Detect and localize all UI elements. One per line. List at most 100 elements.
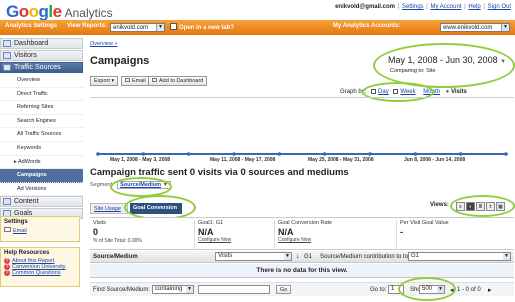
- sidebar-item-content[interactable]: Content: [0, 196, 83, 208]
- metrics-summary: Visits 0 % of Site Total: 0.00% Goal1: G…: [90, 217, 514, 250]
- visits-point[interactable]: [413, 152, 418, 156]
- prev-page-icon[interactable]: ◂: [450, 286, 454, 294]
- metric-per-visit-goal-value: Per Visit Goal Value -: [396, 220, 514, 249]
- sidebar-item-keywords[interactable]: Keywords: [0, 142, 83, 156]
- visits-point[interactable]: [96, 152, 100, 156]
- my-account-link[interactable]: My Account: [430, 4, 461, 10]
- new-tab-option[interactable]: Open in a new tab?: [170, 23, 234, 31]
- highlight-oval: [373, 43, 515, 88]
- sort-desc-icon[interactable]: ↓: [296, 253, 300, 260]
- tab-site-usage[interactable]: Site Usage: [90, 203, 128, 214]
- tab-goal-conversion[interactable]: Goal Conversion: [130, 203, 182, 214]
- visits-legend: ● Visits: [445, 89, 467, 95]
- x-tick-label: May 1, 2008 - May 3, 2008: [110, 157, 170, 163]
- table-view-icon[interactable]: ≡: [456, 202, 465, 211]
- metric-goal-conversion-rate: Goal Conversion Rate N/A Configure Now: [274, 220, 396, 249]
- comparison-view-icon[interactable]: ±: [486, 202, 495, 211]
- visits-point[interactable]: [322, 152, 327, 156]
- legend-icon: ●: [445, 89, 450, 95]
- sidebar-item-traffic-sources[interactable]: Traffic Sources: [0, 62, 83, 73]
- view-reports-select[interactable]: enikvold.com ▼: [110, 23, 165, 32]
- contribution-select[interactable]: G1 ▼: [408, 252, 511, 261]
- account-toolbar: Analytics Settings View Reports: enikvol…: [0, 20, 515, 35]
- common-questions-link[interactable]: Common Questions: [12, 270, 61, 276]
- section-title: Campaign traffic sent 0 visits via 0 sou…: [90, 167, 349, 178]
- date-range-picker[interactable]: May 1, 2008 - Jun 30, 2008 ▼: [388, 55, 506, 65]
- sidebar-item-referring-sites[interactable]: Referring Sites: [0, 101, 83, 115]
- sidebar-item-direct-traffic[interactable]: Direct Traffic: [0, 88, 83, 102]
- settings-title: Settings: [4, 219, 28, 225]
- x-tick-label: May 11, 2008 - May 17, 2008: [210, 157, 276, 163]
- sidebar-item-ad-versions[interactable]: Ad Versions: [0, 183, 83, 197]
- x-tick-label: Jun 8, 2008 - Jun 14, 2008: [404, 157, 465, 163]
- performance-view-icon[interactable]: ≣: [476, 202, 485, 211]
- visits-point[interactable]: [141, 152, 146, 156]
- metric-select[interactable]: Visits ▼: [215, 252, 292, 261]
- graph-by-month[interactable]: Month: [423, 89, 440, 95]
- graph-by-week[interactable]: Week: [393, 89, 416, 95]
- pie-view-icon[interactable]: ◐: [466, 202, 475, 211]
- dashboard-icon: [152, 78, 157, 82]
- google-analytics-logo: Google Analytics: [6, 2, 113, 21]
- add-to-dashboard-button[interactable]: Add to Dashboard: [148, 76, 208, 86]
- breadcrumb[interactable]: Overview »: [90, 41, 118, 47]
- sidebar-item-dashboard[interactable]: Dashboard: [0, 38, 83, 49]
- settings-box: Settings Email: [0, 216, 80, 242]
- help-link[interactable]: Help: [468, 4, 480, 10]
- page-title: Campaigns: [90, 55, 150, 67]
- configure-now-link[interactable]: Configure Now: [198, 237, 231, 243]
- compare-label: Comparing to: Site: [390, 68, 436, 74]
- graph-by-day[interactable]: Day: [371, 89, 389, 95]
- settings-link[interactable]: Settings: [402, 4, 424, 10]
- user-email: enikvold@gmail.com: [335, 4, 395, 10]
- find-label: Find Source/Medium:: [93, 287, 151, 293]
- sidebar-item-all-traffic-sources[interactable]: All Traffic Sources: [0, 128, 83, 142]
- visits-point[interactable]: [277, 152, 282, 156]
- visits-point[interactable]: [186, 152, 191, 156]
- next-page-icon[interactable]: ▸: [488, 286, 492, 294]
- email-icon: [4, 227, 11, 232]
- configure-now-link[interactable]: Configure Now: [278, 237, 311, 243]
- help-title: Help Resources: [4, 250, 50, 256]
- visitors-icon: [3, 52, 11, 59]
- show-rows-select[interactable]: 500 ▼: [419, 285, 445, 294]
- account-links: enikvold@gmail.com | Settings | My Accou…: [335, 4, 511, 10]
- content-icon: [3, 198, 11, 206]
- col-source-medium[interactable]: Source/Medium: [93, 254, 138, 260]
- contribution-label: Source/Medium contribution to total:: [320, 254, 417, 260]
- help-icon: ?: [4, 270, 10, 276]
- settings-email-link[interactable]: Email: [13, 228, 27, 234]
- goto-input[interactable]: 1: [388, 285, 404, 294]
- sidebar-item-visitors[interactable]: Visitors: [0, 50, 83, 61]
- goto-label: Go to:: [370, 287, 387, 293]
- accounts-label: My Analytics Accounts:: [333, 23, 401, 29]
- visits-point[interactable]: [458, 152, 463, 156]
- find-mode-select[interactable]: containing ▼: [152, 285, 194, 294]
- segment-control: Segment: Source/Medium ▼: [90, 181, 172, 189]
- visits-point[interactable]: [368, 152, 372, 156]
- find-go-button[interactable]: Go: [276, 285, 292, 294]
- sign-out-link[interactable]: Sign Out: [488, 4, 511, 10]
- visits-point[interactable]: [504, 152, 508, 156]
- chevron-down-icon: ▼: [284, 253, 291, 260]
- visits-point[interactable]: [232, 152, 236, 156]
- chevron-down-icon: ▼: [500, 59, 507, 65]
- sidebar-item-adwords[interactable]: ▸ AdWords: [0, 156, 83, 170]
- pivot-view-icon[interactable]: ▦: [496, 202, 505, 211]
- metric-visits: Visits 0 % of Site Total: 0.00%: [93, 220, 142, 244]
- email-button[interactable]: Email: [121, 76, 150, 86]
- export-button[interactable]: Export ▾: [90, 76, 119, 86]
- sidebar-item-search-engines[interactable]: Search Engines: [0, 115, 83, 129]
- sidebar-item-campaigns[interactable]: Campaigns: [0, 169, 83, 183]
- accounts-select[interactable]: www.enikvold.com ▼: [440, 23, 510, 32]
- chevron-down-icon: ▼: [186, 286, 193, 293]
- help-resources-box: Help Resources ? About this Report ? Conve…: [0, 247, 80, 287]
- metric-goal1: Goal1: G1 N/A Configure Now: [194, 220, 274, 249]
- checkbox-icon[interactable]: [170, 23, 177, 30]
- find-input[interactable]: [198, 285, 270, 294]
- segment-select[interactable]: Source/Medium ▼: [117, 181, 172, 189]
- sidebar: Dashboard Visitors Traffic Sources Overv…: [0, 38, 83, 302]
- sidebar-item-overview[interactable]: Overview: [0, 74, 83, 88]
- traffic-sources-icon: [3, 64, 11, 71]
- analytics-settings-link[interactable]: Analytics Settings: [5, 23, 57, 29]
